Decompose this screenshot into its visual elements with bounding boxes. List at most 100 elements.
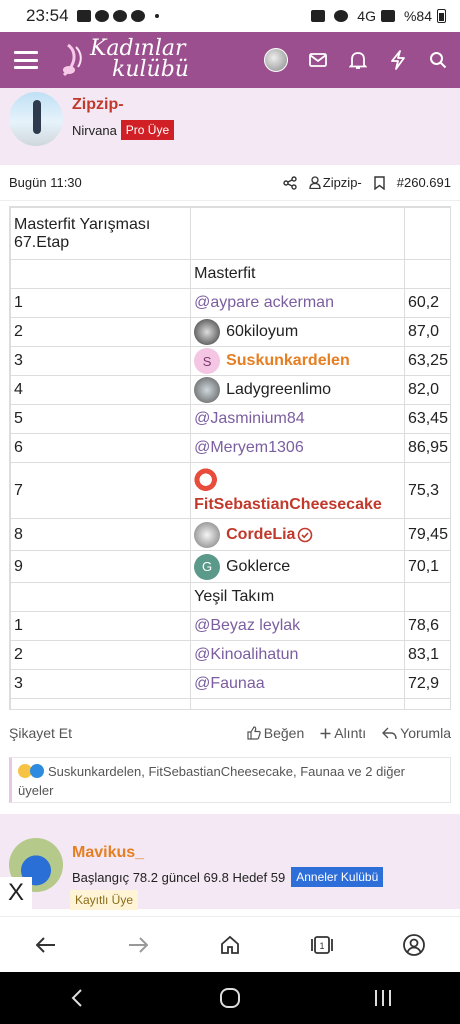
row-name[interactable]: @aypare ackerman	[190, 288, 405, 318]
share-icon[interactable]	[283, 175, 297, 190]
row-no: 8	[10, 518, 192, 551]
verified-icon	[298, 527, 313, 542]
person-icon	[309, 176, 321, 189]
site-logo[interactable]: Kadınlar kulübü	[60, 38, 189, 82]
back-icon[interactable]	[26, 925, 66, 965]
table-row: 6 @Meryem1306 86,95	[10, 433, 450, 463]
search-icon[interactable]	[428, 50, 448, 70]
logo-line-2: kulübü	[112, 57, 189, 82]
post-meta: Bugün 11:30 Zipzip- #260.691	[0, 165, 460, 201]
group-name: Masterfit	[190, 259, 405, 289]
table-row: 4 Ladygreenlimo 82,0	[10, 375, 450, 405]
user-avatar[interactable]	[194, 319, 221, 345]
table-row	[10, 698, 450, 709]
post-number[interactable]: #260.691	[397, 175, 451, 190]
row-name[interactable]: 60kiloyum	[226, 323, 298, 341]
menu-icon[interactable]	[14, 51, 38, 69]
home-icon[interactable]	[210, 925, 250, 965]
bookmark-icon[interactable]	[374, 175, 385, 190]
close-ad-button[interactable]: X	[0, 877, 32, 909]
quote-button[interactable]: Alıntı	[320, 725, 366, 741]
group-badge: Anneler Kulübü	[291, 867, 384, 887]
row-value: 75,3	[403, 462, 450, 519]
row-no: 2	[10, 317, 192, 347]
row-no: 4	[10, 375, 192, 405]
mail-icon[interactable]	[308, 50, 328, 70]
table-title-row: Masterfit Yarışması 67.Etap	[10, 207, 450, 260]
row-name[interactable]: @Beyaz leylak	[190, 611, 405, 641]
row-value: 78,6	[403, 611, 450, 641]
system-back-icon[interactable]	[57, 978, 97, 1018]
bell-icon[interactable]	[348, 50, 368, 70]
report-link[interactable]: Şikayet Et	[9, 725, 72, 741]
table-row: 9 G Goklerce 70,1	[10, 550, 450, 583]
row-name[interactable]: @Meryem1306	[190, 433, 405, 463]
system-navigation	[0, 972, 460, 1024]
author-username[interactable]: Mavikus_	[72, 844, 144, 862]
forward-icon[interactable]	[118, 925, 158, 965]
plus-icon	[320, 728, 331, 738]
table-row: 3 S Suskunkardelen 63,25	[10, 346, 450, 376]
settings-icon	[130, 10, 145, 22]
table-title: Masterfit Yarışması 67.Etap	[10, 207, 192, 260]
thumbs-up-icon	[247, 726, 261, 740]
system-home-icon[interactable]	[210, 978, 250, 1018]
row-value: 72,9	[403, 669, 450, 699]
system-recents-icon[interactable]	[363, 978, 403, 1018]
user-avatar[interactable]: G	[194, 553, 221, 580]
post-time[interactable]: Bugün 11:30	[9, 175, 82, 190]
user-avatar[interactable]	[194, 377, 221, 403]
tabs-icon[interactable]: 1	[302, 925, 342, 965]
battery-level: %84	[403, 8, 432, 24]
quote-label: Alıntı	[334, 725, 367, 741]
status-bar: 23:54 4G %84	[0, 0, 460, 32]
row-value: 86,95	[403, 433, 450, 463]
reply-icon	[382, 727, 397, 739]
author-link[interactable]: Zipzip-	[309, 175, 362, 190]
user-avatar[interactable]	[194, 521, 221, 548]
user-avatar[interactable]	[194, 467, 221, 494]
row-name[interactable]: Suskunkardelen	[226, 352, 350, 370]
group-name: Yeşil Takım	[190, 582, 405, 612]
row-value: 83,1	[403, 640, 450, 670]
pro-badge: Pro Üye	[120, 120, 175, 140]
member-badge: Kayıtlı Üye	[70, 890, 139, 910]
row-value: 60,2	[403, 288, 450, 318]
row-name[interactable]: @Jasminium84	[190, 404, 405, 434]
network-type: 4G	[357, 8, 376, 24]
row-name[interactable]: CordeLia	[226, 526, 295, 544]
table-row: 5 @Jasminium84 63,45	[10, 404, 450, 434]
like-button[interactable]: Beğen	[247, 725, 304, 741]
results-table: Masterfit Yarışması 67.Etap Masterfit 1 …	[9, 206, 451, 710]
reactions-bar[interactable]: Suskunkardelen, FitSebastianCheesecake, …	[9, 757, 451, 803]
row-name[interactable]: @Faunaa	[190, 669, 405, 699]
row-name[interactable]: Ladygreenlimo	[226, 381, 331, 399]
row-no: 3	[10, 669, 192, 699]
post-header: Zipzip- Nirvana Pro Üye	[0, 88, 460, 165]
status-time: 23:54	[26, 6, 69, 25]
group-row: Masterfit	[10, 259, 450, 289]
reply-button[interactable]: Yorumla	[382, 725, 451, 741]
profile-icon[interactable]	[394, 925, 434, 965]
browser-toolbar: 1	[0, 916, 460, 972]
row-no: 1	[10, 611, 192, 641]
post-arrow	[30, 146, 46, 156]
row-name[interactable]: FitSebastianCheesecake	[194, 496, 401, 514]
author-subtitle: Başlangıç 78.2 güncel 69.8 Hedef 59	[72, 869, 286, 885]
row-no: 5	[10, 404, 192, 434]
play-icon	[94, 10, 109, 22]
row-name[interactable]: Goklerce	[226, 558, 290, 576]
user-avatar[interactable]	[264, 48, 288, 72]
row-no: 6	[10, 433, 192, 463]
row-no: 1	[10, 288, 192, 318]
author-avatar[interactable]	[9, 92, 63, 146]
author-username[interactable]: Zipzip-	[72, 96, 124, 114]
lightning-icon[interactable]	[388, 50, 408, 70]
row-value: 63,45	[403, 404, 450, 434]
user-avatar[interactable]: S	[194, 348, 221, 374]
row-name[interactable]: @Kinoalihatun	[190, 640, 405, 670]
table-row: 8 CordeLia 79,45	[10, 518, 450, 551]
table-row: 1 @Beyaz leylak 78,6	[10, 611, 450, 641]
row-value: 82,0	[403, 375, 450, 405]
like-label: Beğen	[263, 725, 305, 741]
